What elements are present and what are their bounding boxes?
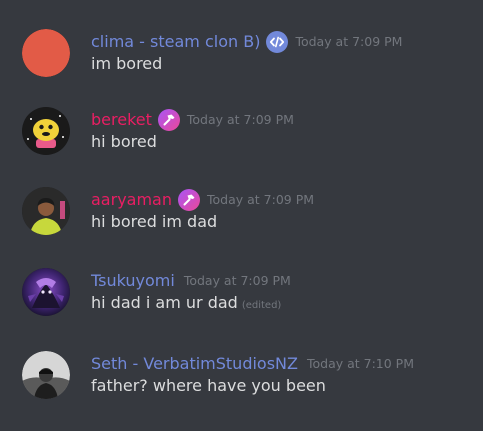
yellow-creature-avatar[interactable] bbox=[22, 107, 70, 155]
chat-messages: clima - steam clon B) Today at 7:09 PM i… bbox=[0, 0, 483, 431]
timestamp: Today at 7:09 PM bbox=[207, 192, 315, 207]
message-text: im bored bbox=[91, 54, 163, 73]
message-item: bereket Today at 7:09 PM hi bored bbox=[0, 107, 483, 177]
username[interactable]: clima - steam clon B) bbox=[91, 31, 260, 53]
bw-photo-avatar[interactable] bbox=[22, 351, 70, 399]
message-text: hi dad i am ur dad (edited) bbox=[91, 292, 281, 317]
purple-art-avatar[interactable] bbox=[22, 268, 70, 316]
message-body: hi dad i am ur dad bbox=[91, 293, 238, 312]
edited-label: (edited) bbox=[241, 300, 282, 311]
message-item: clima - steam clon B) Today at 7:09 PM i… bbox=[0, 29, 483, 99]
username[interactable]: aaryaman bbox=[91, 189, 172, 211]
message-header: bereket Today at 7:09 PM bbox=[91, 109, 294, 131]
person-avatar[interactable] bbox=[22, 187, 70, 235]
message-item: Tsukuyomi Today at 7:09 PM hi dad i am u… bbox=[0, 268, 483, 338]
username[interactable]: bereket bbox=[91, 109, 152, 131]
message-header: clima - steam clon B) Today at 7:09 PM bbox=[91, 31, 402, 53]
hammer-icon bbox=[157, 109, 180, 131]
hammer-icon bbox=[178, 189, 200, 211]
timestamp: Today at 7:10 PM bbox=[306, 356, 415, 371]
message-header: aaryaman Today at 7:09 PM bbox=[91, 189, 314, 211]
timestamp: Today at 7:09 PM bbox=[186, 112, 294, 127]
message-item: Seth - VerbatimStudiosNZ Today at 7:10 P… bbox=[0, 351, 483, 421]
message-text: hi bored im dad bbox=[91, 212, 218, 231]
message-header: Seth - VerbatimStudiosNZ Today at 7:10 P… bbox=[91, 353, 414, 375]
timestamp: Today at 7:09 PM bbox=[295, 34, 403, 49]
code-icon bbox=[266, 31, 289, 53]
message-header: Tsukuyomi Today at 7:09 PM bbox=[91, 270, 291, 292]
message-text: hi bored bbox=[91, 132, 157, 151]
message-item: aaryaman Today at 7:09 PM hi bored im da… bbox=[0, 187, 483, 257]
message-text: father? where have you been bbox=[91, 376, 326, 395]
orange-circle-avatar[interactable] bbox=[22, 29, 70, 77]
username[interactable]: Seth - VerbatimStudiosNZ bbox=[91, 353, 298, 375]
username[interactable]: Tsukuyomi bbox=[91, 270, 175, 292]
timestamp: Today at 7:09 PM bbox=[183, 273, 291, 288]
